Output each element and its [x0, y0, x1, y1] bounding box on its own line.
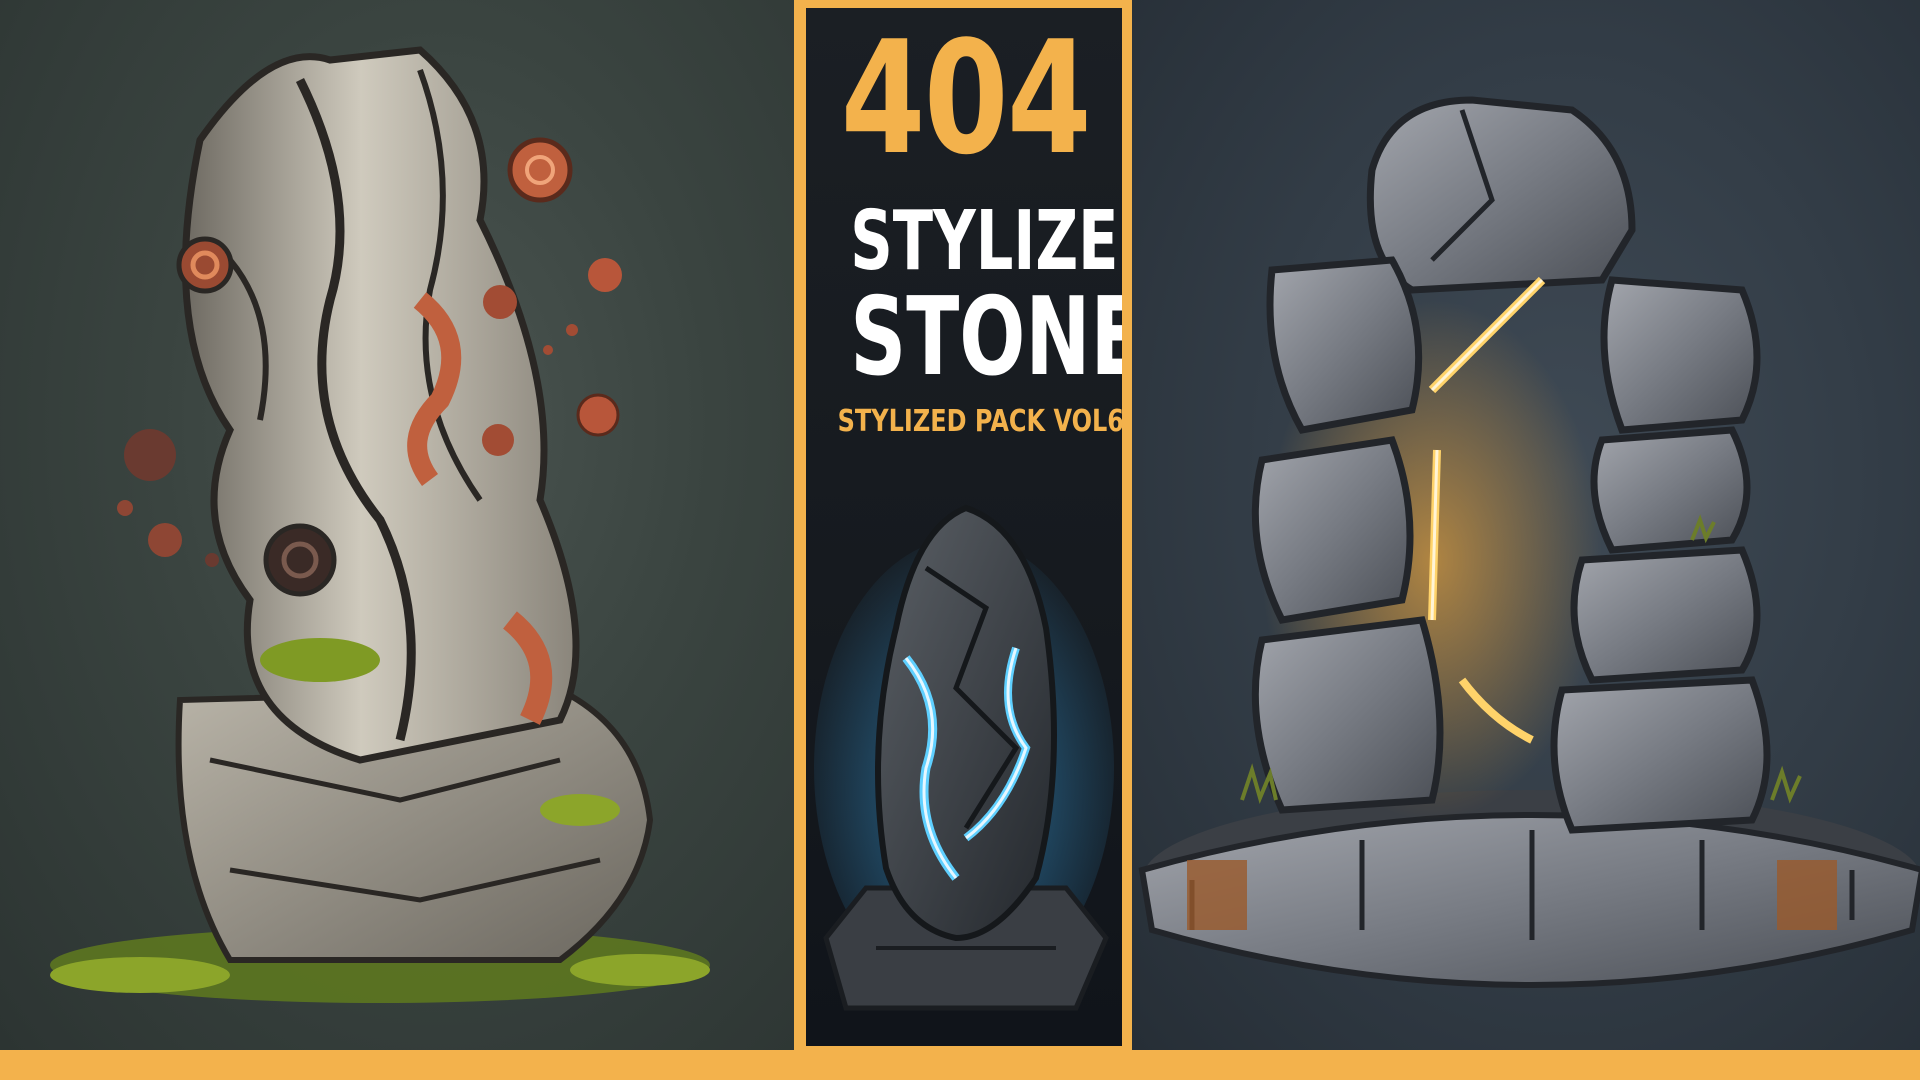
promo-banner: 404 STYLIZED STONE STYLIZED PACK VOL6 [0, 0, 1920, 1080]
stone-pillar-illustration [50, 46, 710, 1003]
left-render-panel [0, 0, 794, 1050]
stone-portal-illustration [1138, 96, 1920, 988]
right-render-panel [1132, 0, 1920, 1050]
blue-crystal-illustration [814, 504, 1114, 1011]
center-title-panel: 404 STYLIZED STONE STYLIZED PACK VOL6 [806, 8, 1122, 1046]
